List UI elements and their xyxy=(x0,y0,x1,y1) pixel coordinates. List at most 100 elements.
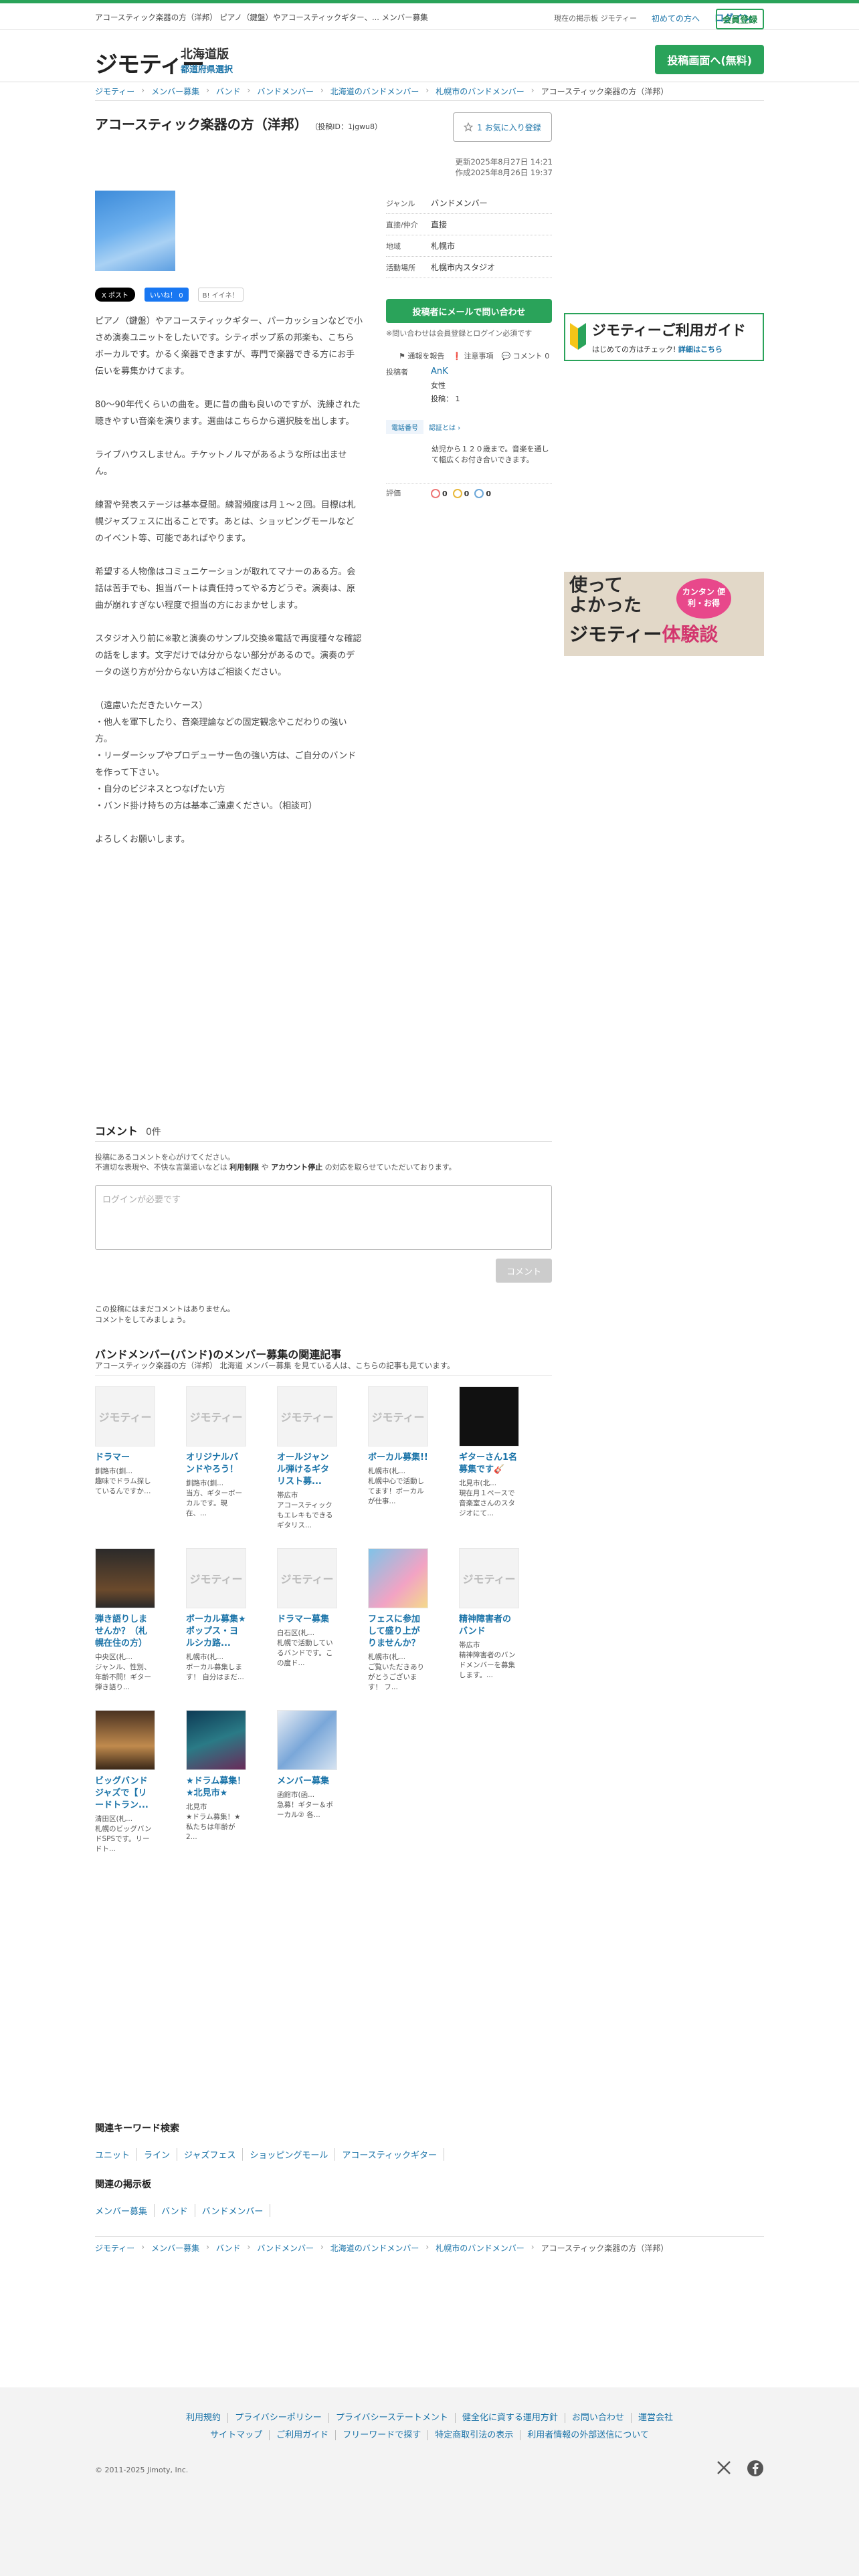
keyword-link[interactable]: ショッピングモール xyxy=(243,2148,336,2161)
footer-link[interactable]: 健全化に資する運用方針 xyxy=(455,2413,565,2423)
related-thumbnail[interactable]: ジモティー xyxy=(368,1386,428,1446)
rating-faces: 0 0 0 xyxy=(431,489,491,498)
footer-link[interactable]: 利用規約 xyxy=(179,2413,229,2423)
poster-name-link[interactable]: AnK xyxy=(431,366,448,377)
related-card[interactable]: ジモティー ボーカル募集★ポップス・ヨルシカ路... 札幌市(札... ボーカル募集… xyxy=(186,1548,246,1683)
comments-title: コメント 0件 xyxy=(95,1122,161,1138)
related-thumbnail[interactable] xyxy=(459,1386,519,1446)
breadcrumb-link[interactable]: 札幌市のバンドメンバー xyxy=(436,86,524,97)
related-card[interactable]: ジモティーオリジナルバンドやろう！ 釧路市(釧... 当方、ギターボーカルです。現… xyxy=(186,1386,246,1519)
related-thumbnail[interactable]: ジモティー xyxy=(186,1548,246,1608)
related-card-title[interactable]: ★ドラム募集！★北見市★ xyxy=(186,1776,246,1800)
footer-link[interactable]: お問い合わせ xyxy=(565,2413,632,2423)
footer-link[interactable]: 特定商取引法の表示 xyxy=(428,2430,521,2440)
breadcrumb-link[interactable]: 札幌市のバンドメンバー xyxy=(436,2242,524,2254)
related-card[interactable]: ジモティー ドラマー募集 白石区(札... 札幌で活動しているバンドです。この度ド.… xyxy=(277,1548,337,1669)
breadcrumb-link[interactable]: メンバー募集 xyxy=(151,2242,199,2254)
related-card-title[interactable]: ドラマー募集 xyxy=(277,1614,337,1626)
keyword-link[interactable]: ユニット xyxy=(95,2148,138,2161)
related-card[interactable]: ★ドラム募集！★北見市★ 北見市 ★ドラム募集！★ 私たちは年齢が2... xyxy=(186,1710,246,1842)
related-card[interactable]: ジモティー ドラマー 釧路市(釧... 趣味でドラム探しているんですか… xyxy=(95,1386,155,1497)
breadcrumb-link[interactable]: バンド xyxy=(216,2242,241,2254)
related-card-title[interactable]: ビッグバンドジャズで【リードトラン... xyxy=(95,1776,155,1812)
keyword-link[interactable]: ライン xyxy=(137,2148,178,2161)
breadcrumb-link[interactable]: 北海道のバンドメンバー xyxy=(330,2242,419,2254)
related-card-title[interactable]: ボーカル募集★ポップス・ヨルシカ路... xyxy=(186,1614,246,1650)
experience-banner[interactable]: 使って よかった カンタン 便利・お得 ジモティー体験談 xyxy=(564,572,764,656)
keyword-link[interactable]: アコースティックギター xyxy=(335,2148,444,2161)
post-button[interactable]: 投稿画面へ(無料) xyxy=(655,45,764,74)
footer-link[interactable]: ご利用ガイド xyxy=(270,2430,337,2440)
footer-link[interactable]: サイトマップ xyxy=(203,2430,270,2440)
board-link[interactable]: バンドメンバー xyxy=(195,2204,271,2217)
footer-link[interactable]: プライバシーポリシー xyxy=(228,2413,329,2423)
breadcrumb-link[interactable]: バンドメンバー xyxy=(257,2242,314,2254)
breadcrumb-link[interactable]: バンドメンバー xyxy=(257,86,314,97)
favorite-button[interactable]: 1 お気に入り登録 xyxy=(453,112,552,142)
keyword-link[interactable]: ジャズフェス xyxy=(177,2148,244,2161)
register-button[interactable]: 会員登録 xyxy=(715,9,764,29)
verification-help-link[interactable]: 認証とは › xyxy=(429,420,460,434)
related-card-snippet: 釧路市(釧... 当方、ギターボーカルです。現在、... xyxy=(186,1479,242,1517)
breadcrumb-link[interactable]: ジモティー xyxy=(95,86,134,97)
breadcrumb-link[interactable]: 北海道のバンドメンバー xyxy=(330,86,419,97)
facebook-like-button[interactable]: いいね！ 0 xyxy=(145,288,189,302)
related-thumbnail[interactable] xyxy=(95,1548,155,1608)
related-card[interactable]: メンバー募集 函館市(函... 急募！ギター＆ボーカル② 各... xyxy=(277,1710,337,1820)
related-card-title[interactable]: ドラマー xyxy=(95,1452,155,1464)
contact-button[interactable]: 投稿者にメールで問い合わせ xyxy=(386,299,552,323)
related-card[interactable]: ビッグバンドジャズで【リードトラン... 清田区(札... 札幌のビッグバンドSP… xyxy=(95,1710,155,1854)
comments-divider xyxy=(95,1141,552,1142)
related-thumbnail[interactable] xyxy=(95,1710,155,1770)
related-thumbnail[interactable] xyxy=(368,1548,428,1608)
related-card[interactable]: フェスに参加して盛り上がりませんか？ 札幌市(札... ご覧いただきありがとうござ… xyxy=(368,1548,428,1693)
usage-guide-banner[interactable]: ジモティーご利用ガイド はじめての方はチェック! 詳細はこちら xyxy=(564,313,764,361)
comment-textarea[interactable]: ログインが必要です xyxy=(95,1185,552,1250)
genre-link[interactable]: バンドメンバー xyxy=(431,197,552,209)
post-photo[interactable] xyxy=(95,191,175,271)
related-card-title[interactable]: 精神障害者のバンド xyxy=(459,1614,519,1638)
footer-link[interactable]: 運営会社 xyxy=(632,2413,680,2423)
related-card-title[interactable]: 弾き語りしませんか？（札幌在住の方） xyxy=(95,1614,155,1650)
guide-detail-link[interactable]: 詳細はこちら xyxy=(678,345,723,354)
area-link[interactable]: 札幌市 xyxy=(431,240,552,251)
x-icon[interactable] xyxy=(716,2460,732,2476)
footer-link[interactable]: フリーワードで探す xyxy=(336,2430,429,2440)
comment-link[interactable]: 💬 コメント 0 xyxy=(502,350,550,361)
related-card-title[interactable]: ボーカル募集!! xyxy=(368,1452,428,1464)
current-board-link[interactable]: 現在の掲示板 ジモティー xyxy=(554,13,637,23)
breadcrumb-link[interactable]: バンド xyxy=(216,86,241,97)
notes-link[interactable]: ❗ 注意事項 xyxy=(452,350,493,361)
related-card-title[interactable]: オールジャンル弾けるギタリスト募... xyxy=(277,1452,337,1488)
board-link[interactable]: バンド xyxy=(155,2204,195,2217)
breadcrumb-link[interactable]: ジモティー xyxy=(95,2242,134,2254)
footer-link[interactable]: プライバシーステートメント xyxy=(328,2413,456,2423)
related-card-title[interactable]: フェスに参加して盛り上がりませんか？ xyxy=(368,1614,428,1650)
hatena-button[interactable]: B! イイネ！ xyxy=(197,288,244,302)
comment-submit-button[interactable]: コメント xyxy=(496,1259,552,1283)
breadcrumb-link[interactable]: メンバー募集 xyxy=(151,86,199,97)
x-post-button[interactable]: X ポスト xyxy=(95,288,136,302)
related-thumbnail[interactable]: ジモティー xyxy=(277,1386,337,1446)
related-card-title[interactable]: メンバー募集 xyxy=(277,1776,337,1788)
related-card[interactable]: ジモティー 精神障害者のバンド 帯広市 精神障害者のバンドメンバーを募集します。..… xyxy=(459,1548,519,1681)
related-card-title[interactable]: ギターさん1名募集です🎸 xyxy=(459,1452,519,1476)
related-card-title[interactable]: オリジナルバンドやろう！ xyxy=(186,1452,246,1476)
related-thumbnail[interactable]: ジモティー xyxy=(277,1548,337,1608)
related-thumbnail[interactable]: ジモティー xyxy=(459,1548,519,1608)
region-select-link[interactable]: 都道府県選択 xyxy=(181,62,233,75)
facebook-icon[interactable] xyxy=(747,2460,764,2477)
first-time-link[interactable]: 初めての方へ xyxy=(652,13,700,24)
board-link[interactable]: メンバー募集 xyxy=(95,2204,155,2217)
related-card[interactable]: ジモティー オールジャンル弾けるギタリスト募... 帯広市 アコースティックもエレキ… xyxy=(277,1386,337,1531)
related-thumbnail[interactable] xyxy=(186,1710,246,1770)
related-thumbnail[interactable] xyxy=(277,1710,337,1770)
related-thumbnail[interactable]: ジモティー xyxy=(186,1386,246,1446)
related-card[interactable]: ギターさん1名募集です🎸 北見市(北... 現在月１ペースで音楽室さんのスタジオに… xyxy=(459,1386,519,1519)
related-card[interactable]: ジモティー ボーカル募集!! 札幌市(札... 札幌中心で活動してます！ボーカルが仕… xyxy=(368,1386,428,1507)
related-card[interactable]: 弾き語りしませんか？（札幌在住の方） 中央区(札... ジャンル、性別、年齢不問！… xyxy=(95,1548,155,1693)
post-id: （投稿ID：1jgwu8） xyxy=(314,122,383,131)
footer-link[interactable]: 利用者情報の外部送信について xyxy=(520,2430,656,2440)
related-thumbnail[interactable]: ジモティー xyxy=(95,1386,155,1446)
report-link[interactable]: ⚑ 通報を報告 xyxy=(399,350,444,361)
